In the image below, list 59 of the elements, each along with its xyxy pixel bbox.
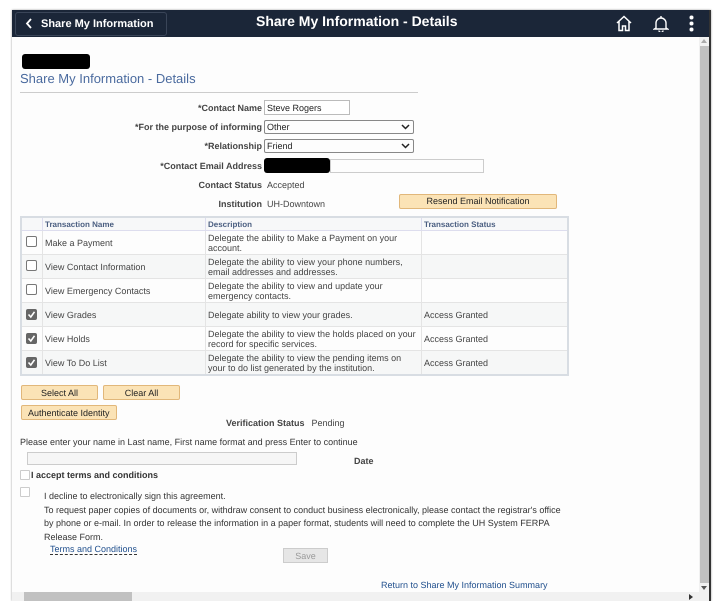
email-field[interactable] (330, 158, 484, 172)
checkbox[interactable] (26, 356, 37, 368)
scroll-down-arrow-icon[interactable] (701, 586, 707, 590)
resend-email-button[interactable]: Resend Email Notification (399, 194, 558, 208)
bell-icon[interactable] (653, 15, 669, 32)
instruction-text: Please enter your name in Last name, First name format and press Enter to continue (20, 437, 359, 447)
table-cell: Delegate ability to view your grades. (206, 302, 422, 326)
paragraph: I decline to electronically sign this agreement. (44, 490, 227, 503)
column-header: Transaction Name (42, 217, 206, 230)
field-label: *Contact Name (196, 102, 262, 112)
checkbox[interactable] (26, 332, 37, 344)
home-icon[interactable] (615, 15, 633, 32)
checkbox[interactable] (26, 260, 37, 271)
dropdown[interactable]: Other (264, 120, 414, 134)
page-title: Share My Information - Details (20, 71, 418, 93)
field-label: *Relationship (203, 141, 262, 151)
table-cell: Access Granted (424, 310, 488, 320)
authenticate-identity-button[interactable]: Authenticate Identity (21, 405, 117, 420)
action-button[interactable]: Clear All (103, 385, 180, 400)
more-options-icon[interactable] (689, 15, 694, 32)
date-label: Date (354, 456, 374, 466)
text-field[interactable]: Steve Rogers (264, 100, 350, 115)
header-title: Share My Information - Details (256, 13, 458, 29)
chevron-left-icon (25, 18, 33, 29)
back-button[interactable]: Share My Information (15, 12, 167, 36)
table-cell: Delegate the ability to view the pending items on your to do list generated by the institution. (206, 350, 422, 375)
checkbox[interactable] (26, 308, 37, 320)
return-link[interactable]: Return to Share My Information Summary (381, 580, 548, 590)
scroll-right-arrow-icon[interactable] (689, 594, 693, 600)
table-cell: Delegate the ability to view your phone numbers, email addresses and addresses. (206, 254, 422, 278)
field-value: UH-Downtown (266, 199, 326, 209)
field-label: Institution (218, 199, 262, 209)
dropdown[interactable]: Friend (264, 139, 414, 153)
field-value: Pending (310, 418, 345, 428)
field-label: Contact Status (197, 180, 262, 190)
table-cell: Access Granted (424, 334, 488, 344)
checkbox[interactable] (26, 236, 37, 247)
redaction-block (264, 158, 330, 173)
chevron-down-icon (401, 124, 410, 130)
paragraph: To request paper copies of documents or, withdraw consent to conduct business electronically, please contact the registrar's office by phone or e-mail. In order to release the information in a paper format, students will need to complete the UH System FERPA Release Form. (44, 504, 562, 544)
checkbox-label: I accept terms and conditions (31, 470, 158, 480)
field-label: Verification Status (226, 418, 305, 428)
table-cell: View To Do List (42, 350, 206, 375)
field-label: *For the purpose of informing (134, 122, 262, 132)
column-header: Description (206, 217, 422, 230)
terms-link[interactable]: Terms and Conditions (50, 544, 138, 555)
table-cell: View Grades (42, 302, 206, 326)
chevron-down-icon (401, 143, 410, 149)
name-field[interactable] (27, 452, 297, 464)
action-button[interactable]: Select All (21, 385, 98, 400)
table-cell: Access Granted (424, 358, 488, 368)
vertical-scrollbar[interactable] (699, 37, 709, 592)
field-value: Accepted (266, 180, 305, 190)
column-header: Transaction Status (422, 217, 568, 230)
table-cell: View Contact Information (42, 254, 206, 278)
checkbox[interactable] (26, 284, 37, 295)
field-label: *Contact Email Address (159, 160, 262, 170)
horizontal-scrollbar[interactable] (12, 592, 709, 601)
redaction-block (22, 54, 90, 69)
